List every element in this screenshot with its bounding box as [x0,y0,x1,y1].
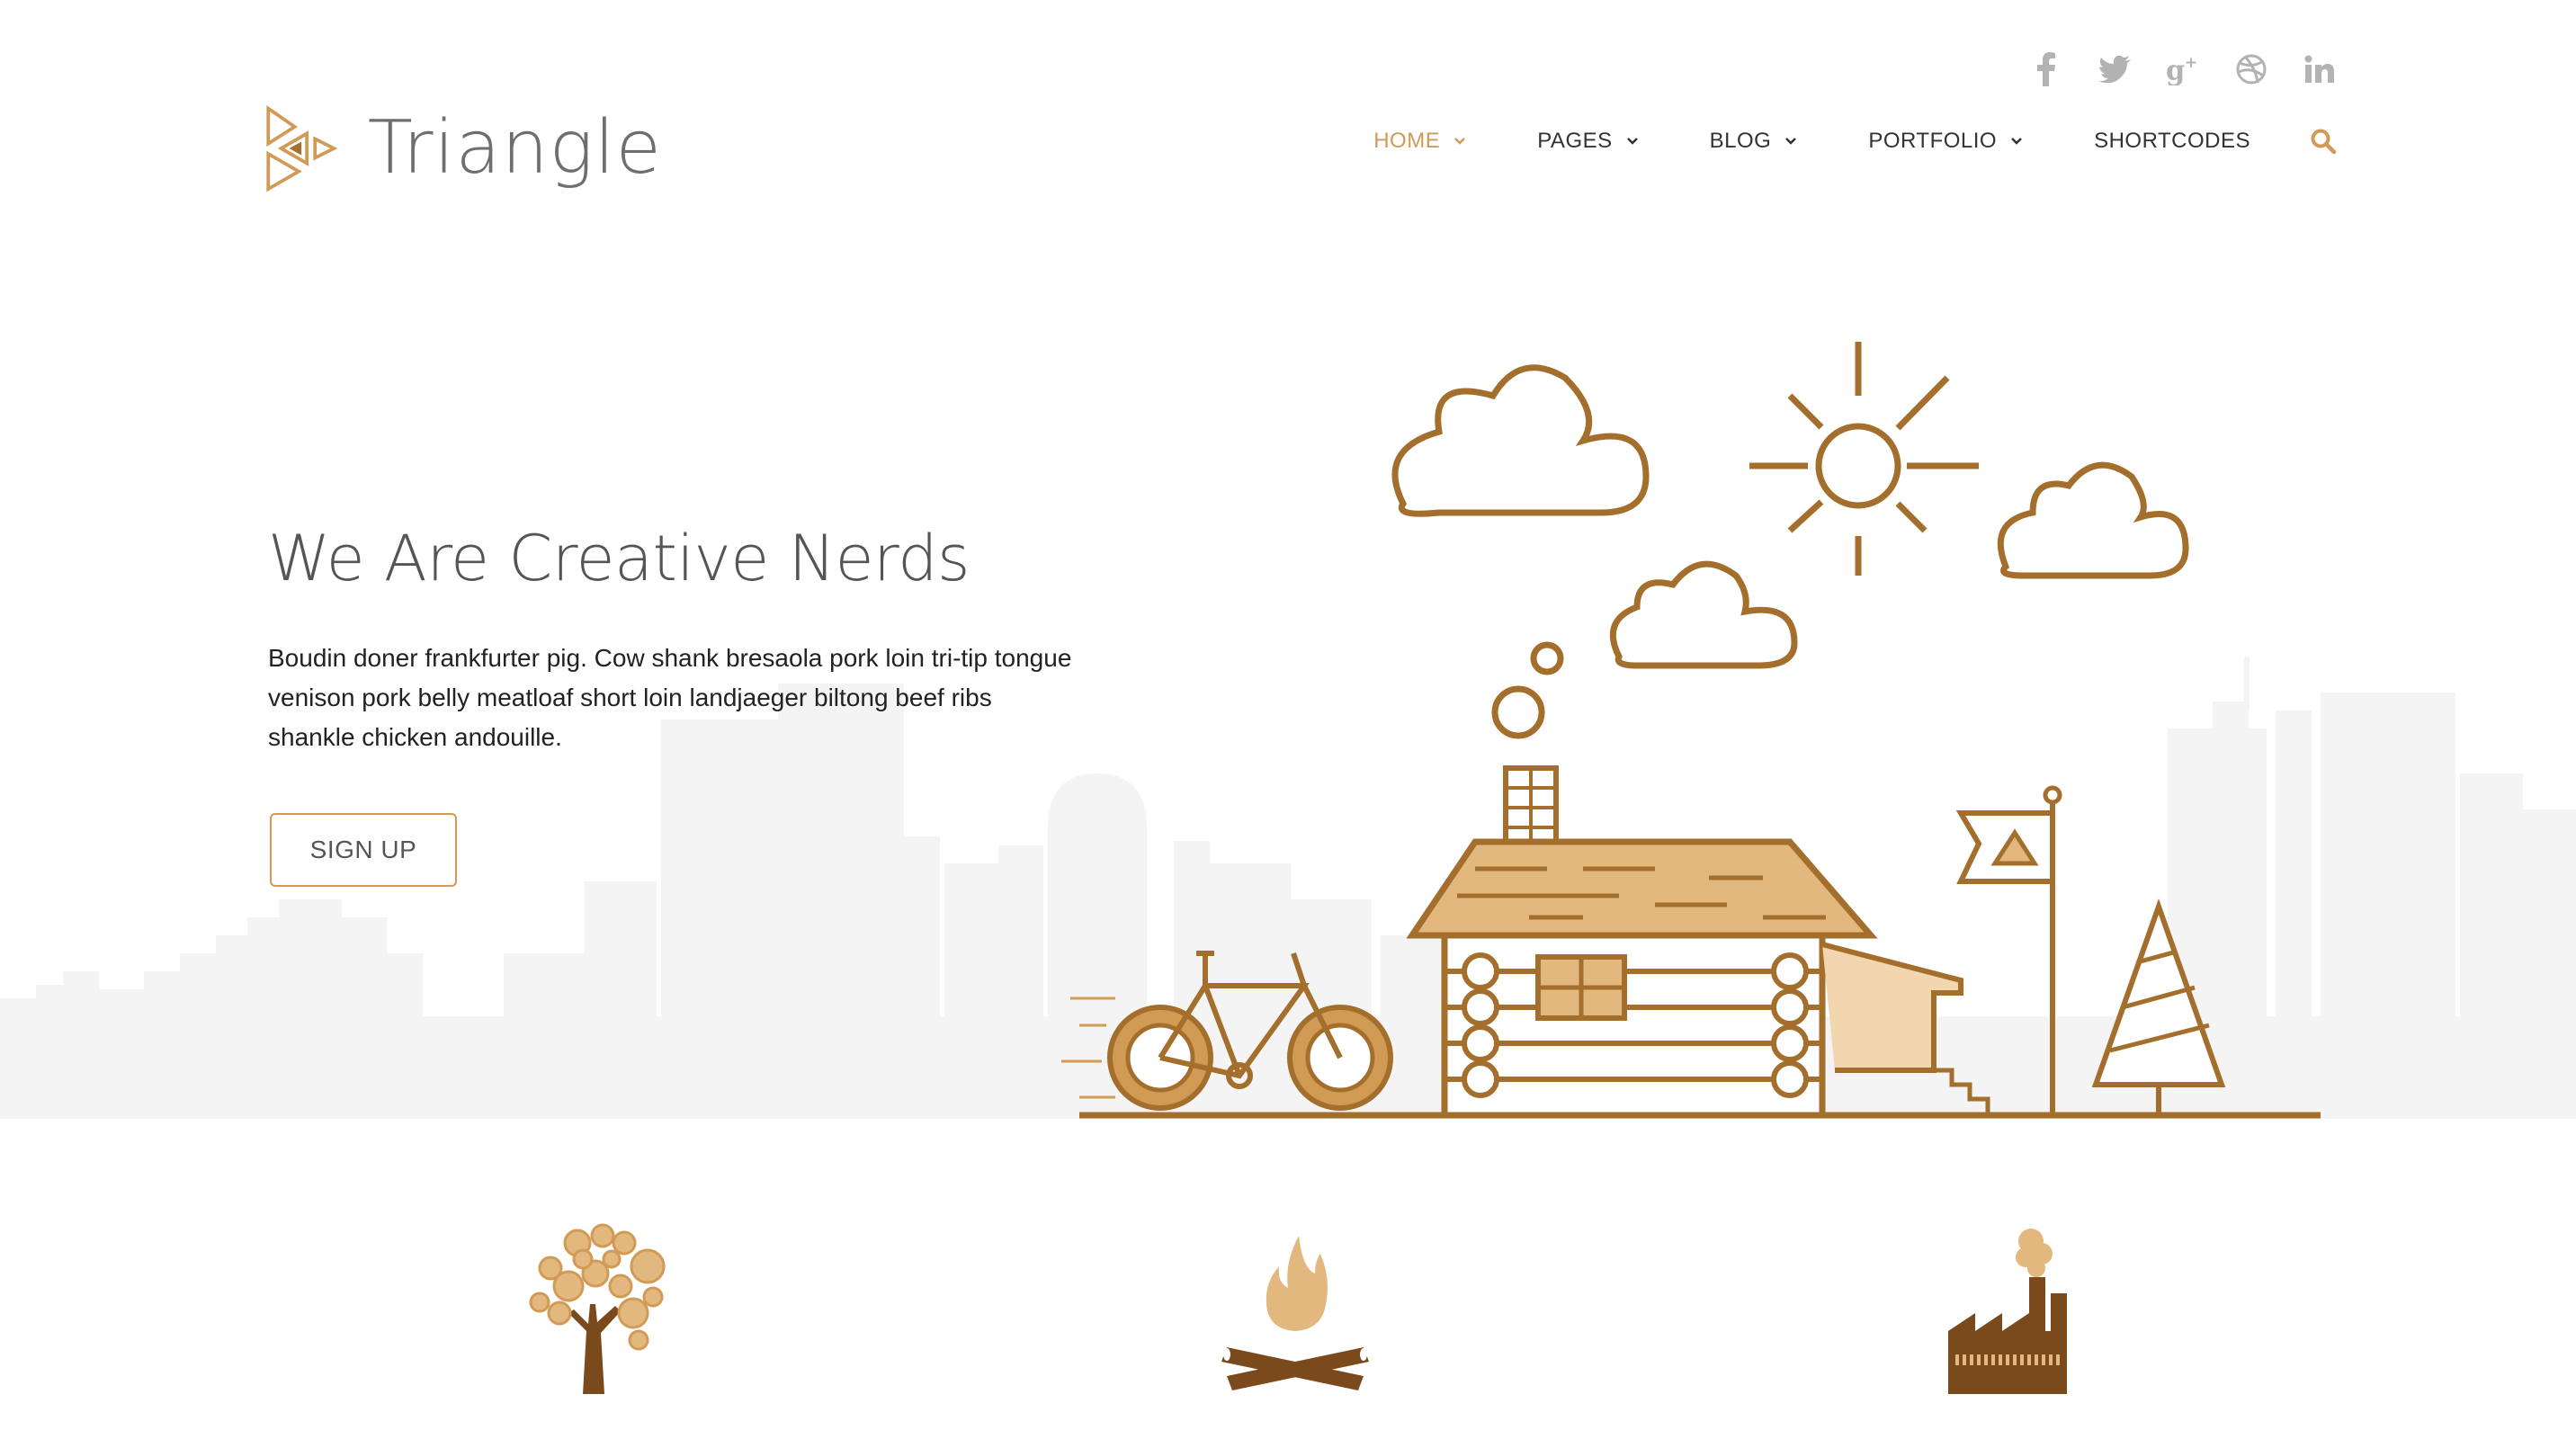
social-links: g + [2029,52,2337,86]
cloud-middle [1609,560,1798,669]
main-nav: HOME PAGES BLOG PORTFOLIO SHORTCODES [1373,128,2337,155]
google-plus-icon[interactable]: g + [2166,52,2200,86]
smoke [1491,641,1564,739]
chevron-down-icon [1785,138,1797,145]
nav-item-blog[interactable]: BLOG [1710,129,1799,154]
cloud-left [1391,364,1650,517]
svg-text:g: g [2166,54,2185,85]
triangle-logo-icon [266,104,338,192]
chevron-down-icon [2011,138,2022,145]
sun [1749,342,1979,576]
search-icon[interactable] [2310,128,2337,155]
cloud-right [1997,461,2189,579]
facebook-icon[interactable] [2029,52,2063,86]
page: Triangle g + HOME PAGES BLOG PORTFOLIO S… [0,0,2576,1448]
linkedin-icon[interactable] [2303,52,2337,86]
svg-text:+: + [2185,54,2197,72]
tree-icon [529,1223,666,1394]
sign-up-button[interactable]: SIGN UP [270,813,457,887]
nav-item-home[interactable]: HOME [1373,129,1467,154]
campfire-icon [1221,1236,1369,1390]
nav-item-shortcodes[interactable]: SHORTCODES [2094,129,2250,154]
logo[interactable]: Triangle [266,90,662,207]
brand-name: Triangle [367,105,662,191]
nav-item-pages[interactable]: PAGES [1537,129,1639,154]
feature-icons [0,1223,2576,1403]
twitter-icon[interactable] [2097,52,2132,86]
nav-item-label: HOME [1373,129,1441,153]
nav-item-label: PAGES [1537,129,1613,153]
chevron-down-icon [1626,138,1638,145]
log-cabin [1406,765,1990,1119]
dribbble-icon[interactable] [2234,52,2268,86]
nav-item-label: SHORTCODES [2094,129,2250,153]
chevron-down-icon [1454,138,1466,145]
nav-item-label: BLOG [1709,129,1772,153]
nav-item-portfolio[interactable]: PORTFOLIO [1868,129,2024,154]
hero-description: Boudin doner frankfurter pig. Cow shank … [268,644,1072,751]
nav-item-label: PORTFOLIO [1868,129,1998,153]
hero-title: We Are Creative Nerds [268,522,970,595]
factory-icon [1948,1229,2067,1394]
